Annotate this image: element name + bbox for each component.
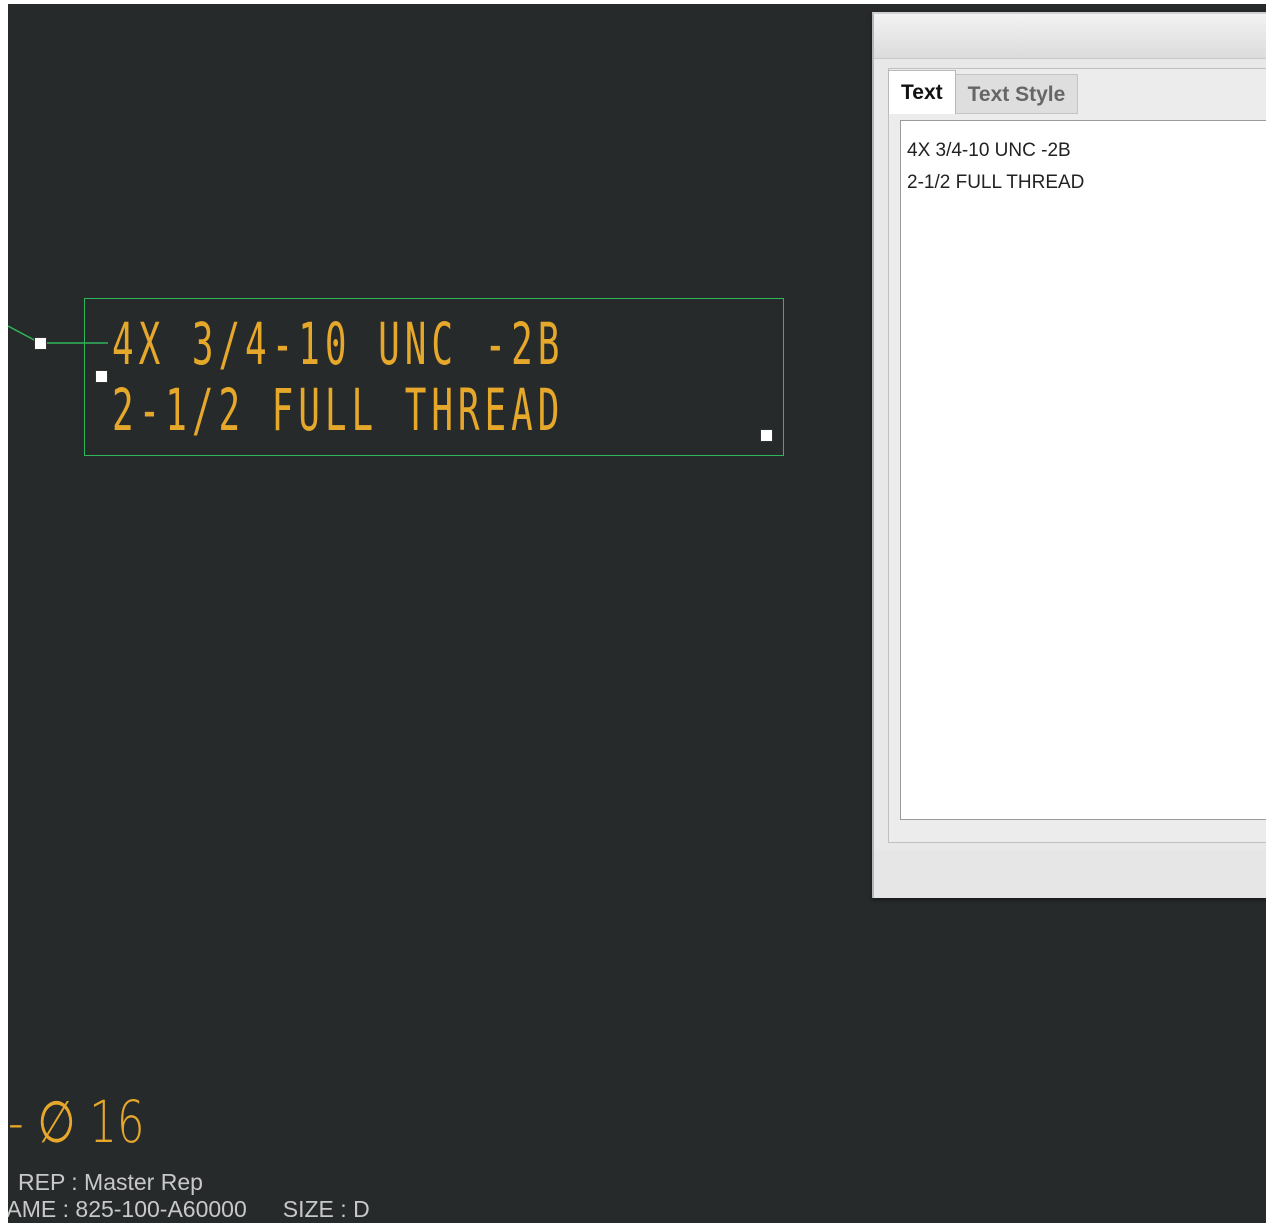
text-edit-dialog: Text Text Style 4X 3/4-10 UNC -2B 2-1/2 …: [872, 12, 1266, 898]
note-text-editor[interactable]: 4X 3/4-10 UNC -2B 2-1/2 FULL THREAD: [900, 120, 1266, 820]
tab-text-style[interactable]: Text Style: [955, 74, 1079, 114]
status-size: SIZE : D: [282, 1196, 370, 1222]
status-rep: REP : Master Rep: [18, 1169, 203, 1195]
tab-text[interactable]: Text: [888, 70, 956, 114]
note-text-line-1[interactable]: 4X 3/4-10 UNC -2B: [112, 312, 564, 376]
note-end-handle[interactable]: [760, 429, 773, 442]
window-left-edge: [0, 0, 8, 1223]
canvas-top-border: [8, 0, 1266, 4]
dimension-diameter-text[interactable]: - ∅ 16: [8, 1088, 145, 1156]
dialog-titlebar[interactable]: [874, 14, 1266, 59]
leader-attach-handle[interactable]: [34, 337, 47, 350]
status-name: IAME : 825-100-A60000: [8, 1196, 247, 1222]
dialog-tabs: Text Text Style: [888, 70, 1079, 114]
note-text-line-2[interactable]: 2-1/2 FULL THREAD: [112, 378, 564, 442]
status-name-size: IAME : 825-100-A60000 SIZE : D: [8, 1196, 370, 1223]
note-origin-handle[interactable]: [95, 370, 108, 383]
dialog-footer: [874, 850, 1266, 898]
